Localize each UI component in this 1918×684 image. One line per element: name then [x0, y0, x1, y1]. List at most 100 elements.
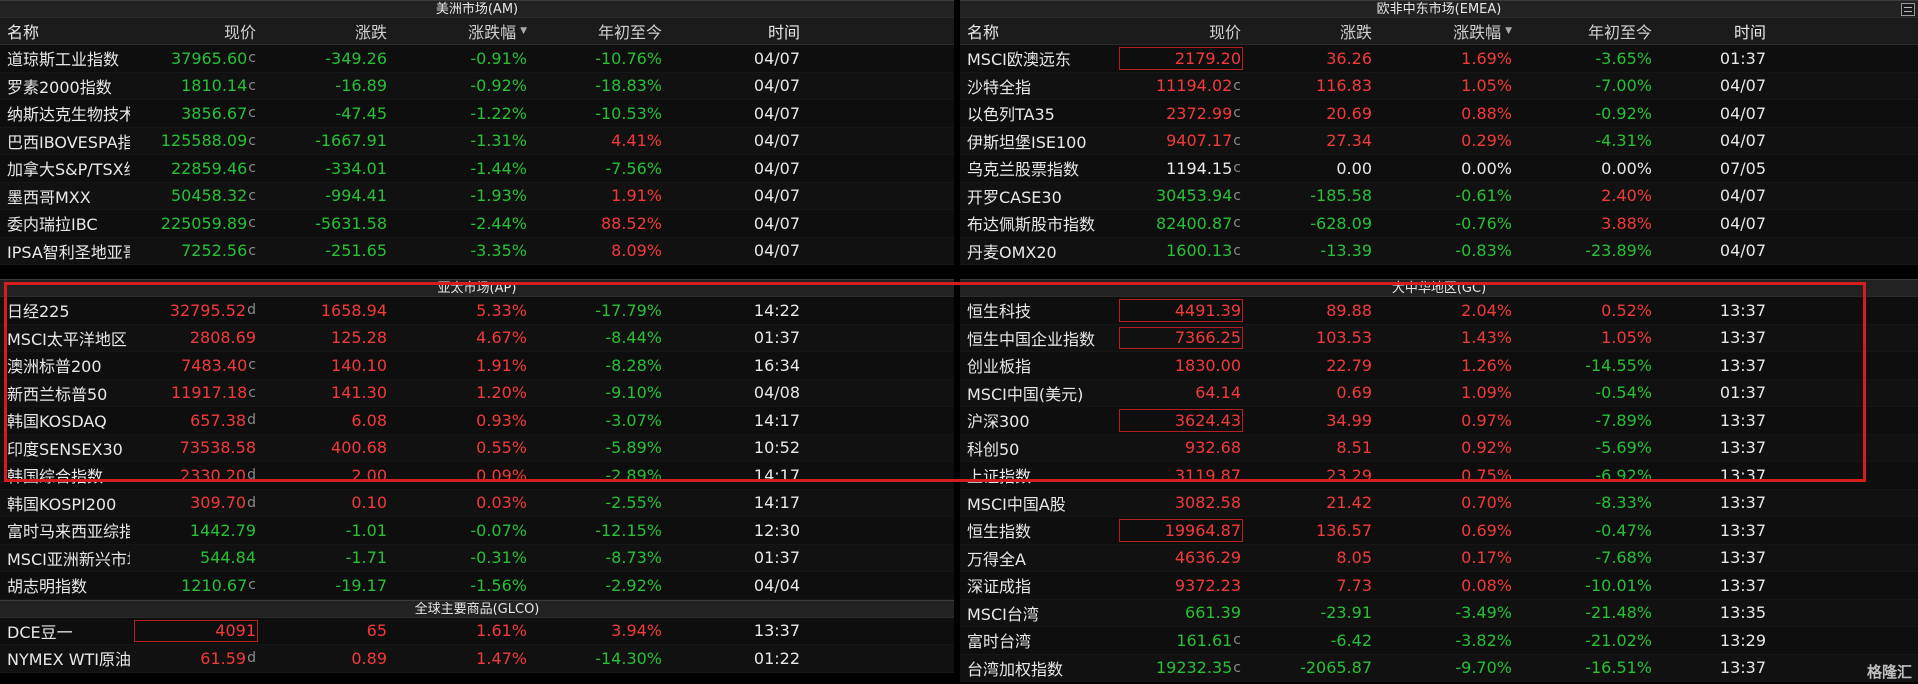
table-row[interactable]: 澳洲标普200 7483.40 c 140.10 1.91% -8.28% 16:34 [0, 352, 954, 380]
column-header-price[interactable]: 现价 [130, 18, 262, 44]
table-row[interactable]: 万得全A 4636.29 8.05 0.17% -7.68% 13:37 [960, 544, 1918, 572]
truncated-row [960, 265, 1918, 279]
table-row[interactable]: 加拿大S&P/TSX综合22859.46c-334.01-1.44%-7.56%… [0, 155, 954, 183]
column-header-time[interactable]: 时间 [668, 18, 804, 44]
price-cell: 22859.46 c [130, 155, 262, 182]
column-header-name[interactable]: 名称 [0, 18, 130, 44]
price-value: 4491.39 [1174, 300, 1241, 320]
table-row[interactable]: 伊斯坦堡ISE100 9407.17 c 27.34 0.29% -4.31% 04/07 [960, 127, 1918, 155]
price-cell: 1600.13 c [1115, 238, 1247, 265]
ytd-value: -4.31% [1595, 131, 1652, 151]
change-value: -1667.91 [315, 131, 387, 151]
ytd-value: -14.30% [595, 648, 662, 668]
change-value: -1.01 [345, 520, 387, 540]
table-row[interactable]: 巴西IBOVESPA指数125588.09c-1667.91-1.31%4.41… [0, 127, 954, 155]
price-cell: 1194.15 c [1115, 155, 1247, 182]
ytd-value: -0.92% [1595, 103, 1652, 123]
price-cell: 19232.35 c [1115, 655, 1247, 682]
column-header-ytd[interactable]: 年初至今 [1518, 18, 1658, 44]
table-row[interactable]: 印度SENSEX30 73538.58 400.68 0.55% -5.89% 10:52 [0, 434, 954, 462]
column-header-name[interactable]: 名称 [960, 18, 1115, 44]
column-header-pct[interactable]: 涨跌幅 ▼ [1378, 18, 1518, 44]
table-row[interactable]: NYMEX WTI原油 61.59 d 0.89 1.47% -14.30% 01:22 [0, 645, 954, 673]
ytd-value: -5.69% [1595, 438, 1652, 458]
price-cell: 4636.29 [1115, 545, 1247, 572]
index-name: 深证成指 [967, 577, 1032, 597]
pct-value: -1.93% [470, 186, 527, 206]
price-value: 7252.56 [181, 241, 248, 261]
table-row[interactable]: 纳斯达克生物技术 3856.67 c -47.45 -1.22% -10.53% 04/07 [0, 100, 954, 128]
table-row[interactable]: 墨西哥MXX 50458.32 c -994.41 -1.93% 1.91% 04/07 [0, 182, 954, 210]
table-row[interactable]: 科创50 932.68 8.51 0.92% -5.69% 13:37 [960, 434, 1918, 462]
time-value: 01:37 [753, 328, 800, 348]
price-value: 161.61 [1176, 630, 1233, 650]
table-row[interactable]: 以色列TA35 2372.99 c 20.69 0.88% -0.92% 04/07 [960, 100, 1918, 128]
column-header-change[interactable]: 涨跌 [1247, 18, 1378, 44]
table-row[interactable]: 胡志明指数 1210.67 c -19.17 -1.56% -2.92% 04/04 [0, 572, 954, 600]
table-row[interactable]: 开罗CASE30 30453.94 c -185.58 -0.61% 2.40% 04/07 [960, 182, 1918, 210]
table-row[interactable]: MSCI中国(美元) 64.14 0.69 1.09% -0.54% 01:37 [960, 379, 1918, 407]
index-name: 日经225 [7, 302, 70, 322]
table-row[interactable]: MSCI台湾 661.39 -23.91 -3.49% -21.48% 13:35 [960, 599, 1918, 627]
table-row[interactable]: 沪深300 3624.43 34.99 0.97% -7.89% 13:37 [960, 407, 1918, 435]
index-name: 沙特全指 [967, 77, 1032, 97]
table-row[interactable]: 韩国综合指数 2330.20 d 2.00 0.09% -2.89% 14:17 [0, 462, 954, 490]
table-row[interactable]: 新西兰标普50 11917.18 c 141.30 1.20% -9.10% 04/08 [0, 379, 954, 407]
table-row[interactable]: 布达佩斯股市指数 82400.87 c -628.09 -0.76% 3.88% 04/07 [960, 210, 1918, 238]
table-row[interactable]: 韩国KOSPI200 309.70 d 0.10 0.03% -2.55% 14:17 [0, 489, 954, 517]
table-row[interactable]: 创业板指 1830.00 22.79 1.26% -14.55% 13:37 [960, 352, 1918, 380]
table-row[interactable]: MSCI中国A股 3082.58 21.42 0.70% -8.33% 13:37 [960, 489, 1918, 517]
table-row[interactable]: MSCI亚洲新兴市场 544.84 -1.71 -0.31% -8.73% 01:37 [0, 544, 954, 572]
table-row[interactable]: 罗素2000指数 1810.14 c -16.89 -0.92% -18.83% 04/07 [0, 72, 954, 100]
index-name: 科创50 [967, 439, 1020, 459]
panel-menu-icon[interactable] [1901, 3, 1915, 16]
ytd-value: -2.92% [605, 575, 662, 595]
table-header-am: 名称 现价 涨跌 涨跌幅 ▼ 年初至今 时间 [0, 18, 954, 45]
price-cell: 7366.25 [1115, 325, 1247, 352]
table-row[interactable]: 道琼斯工业指数 37965.60 c -349.26 -0.91% -10.76% 04/0… [0, 45, 954, 73]
change-value: 141.30 [331, 383, 387, 403]
time-value: 04/04 [753, 575, 800, 595]
table-row[interactable]: 恒生科技 4491.39 89.88 2.04% 0.52% 13:37 [960, 297, 1918, 325]
change-value: -251.65 [325, 241, 387, 261]
column-header-time[interactable]: 时间 [1658, 18, 1770, 44]
pct-value: 0.09% [476, 465, 527, 485]
table-row[interactable]: 富时台湾 161.61 c -6.42 -3.82% -21.02% 13:29 [960, 627, 1918, 655]
table-row[interactable]: 深证成指 9372.23 7.73 0.08% -10.01% 13:37 [960, 572, 1918, 600]
table-row[interactable]: MSCI太平洋地区 2808.69 125.28 4.67% -8.44% 01:37 [0, 324, 954, 352]
column-header-price[interactable]: 现价 [1115, 18, 1247, 44]
index-name: 新西兰标普50 [7, 384, 108, 404]
table-row[interactable]: 日经225 32795.52 d 1658.94 5.33% -17.79% 14:22 [0, 297, 954, 325]
time-value: 13:35 [1719, 603, 1766, 623]
table-row[interactable]: IPSA智利圣地亚哥 7252.56 c -251.65 -3.35% 8.09% 04/0… [0, 237, 954, 265]
table-row[interactable]: 委内瑞拉IBC 225059.89 c -5631.58 -2.44% 88.52% 04/… [0, 210, 954, 238]
table-body-gc: 恒生科技 4491.39 89.88 2.04% 0.52% 13:37 恒生中国企业指数 7… [960, 297, 1918, 682]
change-value: -19.17 [335, 575, 387, 595]
column-header-pct[interactable]: 涨跌幅 ▼ [393, 18, 533, 44]
pct-value: 1.61% [476, 621, 527, 641]
price-cell: 82400.87 c [1115, 210, 1247, 237]
table-row[interactable]: 台湾加权指数 19232.35 c -2065.87 -9.70% -16.51% 13:3… [960, 654, 1918, 682]
index-name: DCE豆一 [7, 622, 73, 642]
table-row[interactable]: 恒生中国企业指数 7366.25 103.53 1.43% 1.05% 13:37 [960, 324, 1918, 352]
table-row[interactable]: 富时马来西亚综指 1442.79 -1.01 -0.07% -12.15% 12:30 [0, 517, 954, 545]
column-header-ytd[interactable]: 年初至今 [533, 18, 668, 44]
time-value: 13:37 [1719, 328, 1766, 348]
change-value: 89.88 [1326, 300, 1372, 320]
table-row[interactable]: 乌克兰股票指数 1194.15 c 0.00 0.00% 0.00% 07/05 [960, 155, 1918, 183]
table-row[interactable]: 上证指数 3119.87 23.29 0.75% -6.92% 13:37 [960, 462, 1918, 490]
index-name: 万得全A [967, 549, 1026, 569]
table-row[interactable]: 丹麦OMX20 1600.13 c -13.39 -0.83% -23.89% 04/07 [960, 237, 1918, 265]
table-row[interactable]: 恒生指数 19964.87 136.57 0.69% -0.47% 13:37 [960, 517, 1918, 545]
column-header-change[interactable]: 涨跌 [262, 18, 393, 44]
price-value: 4636.29 [1174, 548, 1241, 568]
table-row[interactable]: MSCI欧澳远东 2179.20 36.26 1.69% -3.65% 01:37 [960, 45, 1918, 73]
table-row[interactable]: DCE豆一 4091 65 1.61% 3.94% 13:37 [0, 617, 954, 645]
table-row[interactable]: 韩国KOSDAQ 657.38 d 6.08 0.93% -3.07% 14:17 [0, 407, 954, 435]
table-row[interactable]: 沙特全指 11194.02 c 116.83 1.05% -7.00% 04/07 [960, 72, 1918, 100]
time-value: 01:37 [1719, 383, 1766, 403]
price-value: 1830.00 [1174, 355, 1241, 375]
ytd-value: -10.76% [595, 48, 662, 68]
price-value: 64.14 [1195, 383, 1241, 403]
price-suffix: c [1233, 242, 1241, 259]
